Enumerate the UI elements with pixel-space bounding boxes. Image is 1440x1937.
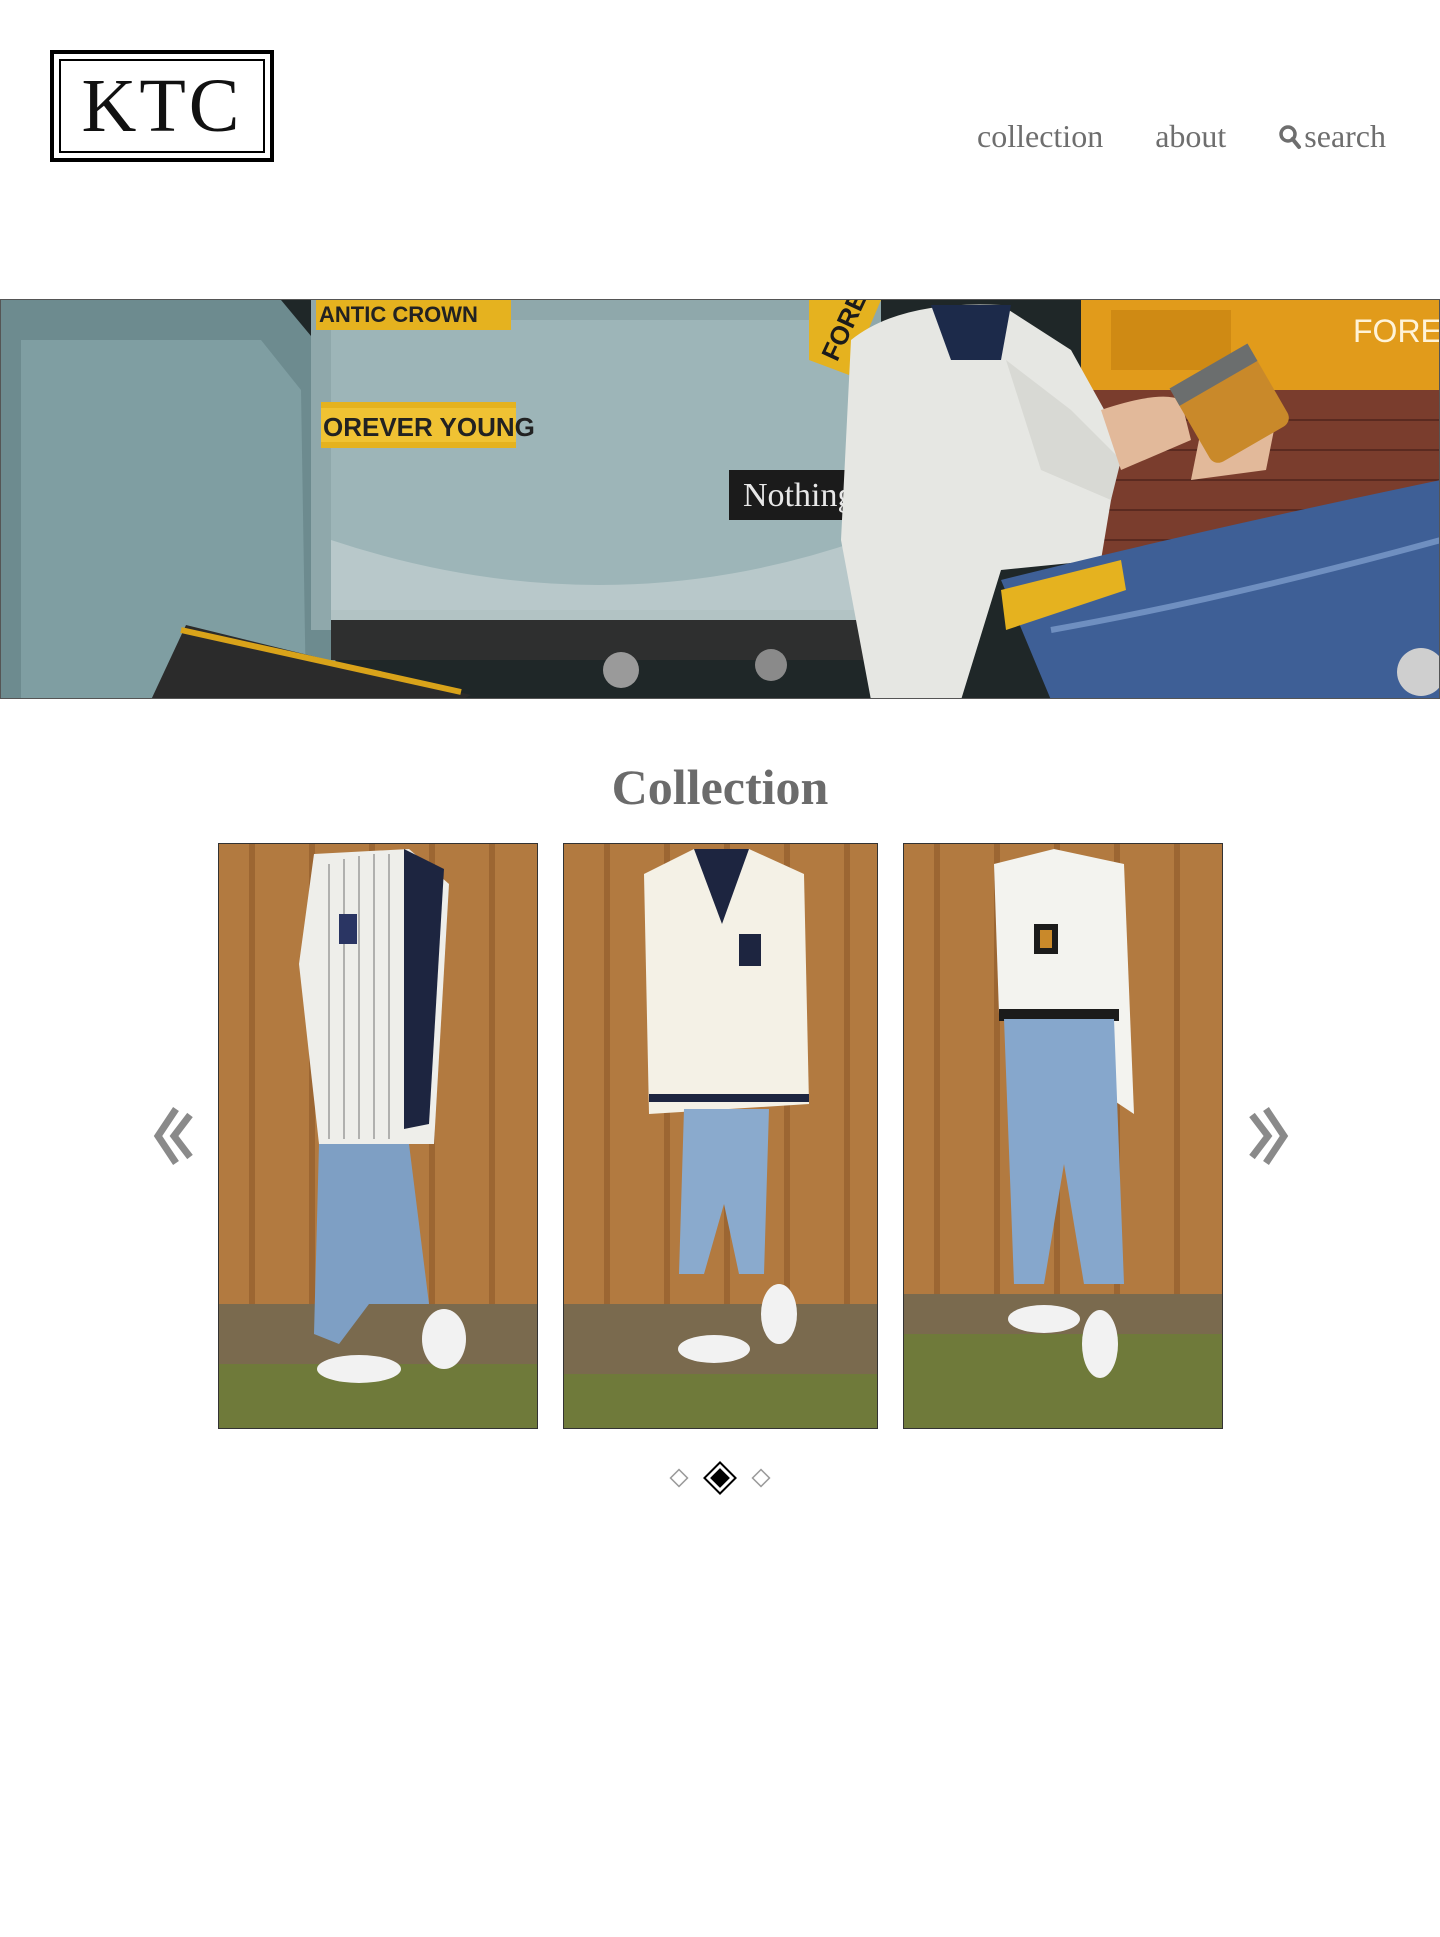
collection-title: Collection: [611, 759, 829, 815]
carousel-pagination: [0, 1460, 1440, 1496]
hero-label-black: Nothing: [743, 477, 854, 514]
collection-item[interactable]: [563, 843, 878, 1429]
carousel-next-arrow-icon[interactable]: [1248, 1105, 1292, 1167]
collection-photo-2: [564, 844, 877, 1428]
logo-text: KTC: [59, 59, 265, 153]
collection-item[interactable]: [218, 843, 538, 1429]
nav-search[interactable]: search: [1278, 118, 1386, 155]
nav-collection[interactable]: collection: [977, 118, 1103, 155]
hero-sticker-middle: OREVER YOUNG: [323, 412, 535, 442]
pagination-dot-3[interactable]: [750, 1467, 772, 1489]
main-nav: collection about search: [925, 118, 1386, 155]
collection-photo-3: [904, 844, 1222, 1428]
carousel-prev-arrow-icon[interactable]: [150, 1105, 194, 1167]
hero-image: ANTIC CROWN OREVER YOUNG Nothing FORE FO…: [1, 300, 1440, 698]
hero-sticker-top: ANTIC CROWN: [319, 302, 478, 327]
search-icon: [1279, 124, 1302, 149]
collection-item[interactable]: [903, 843, 1223, 1429]
site-logo[interactable]: KTC: [50, 50, 274, 162]
page: KTC collection about search ANTIC CROWN …: [0, 0, 1440, 1937]
hero-sign-right: FOREVE: [1353, 313, 1440, 349]
pagination-dot-2-active[interactable]: [702, 1460, 738, 1496]
pagination-dot-1[interactable]: [668, 1467, 690, 1489]
collection-photo-1: [219, 844, 537, 1428]
hero-banner: ANTIC CROWN OREVER YOUNG Nothing FORE FO…: [0, 299, 1440, 699]
nav-about[interactable]: about: [1155, 118, 1226, 155]
nav-search-label: search: [1304, 118, 1386, 154]
